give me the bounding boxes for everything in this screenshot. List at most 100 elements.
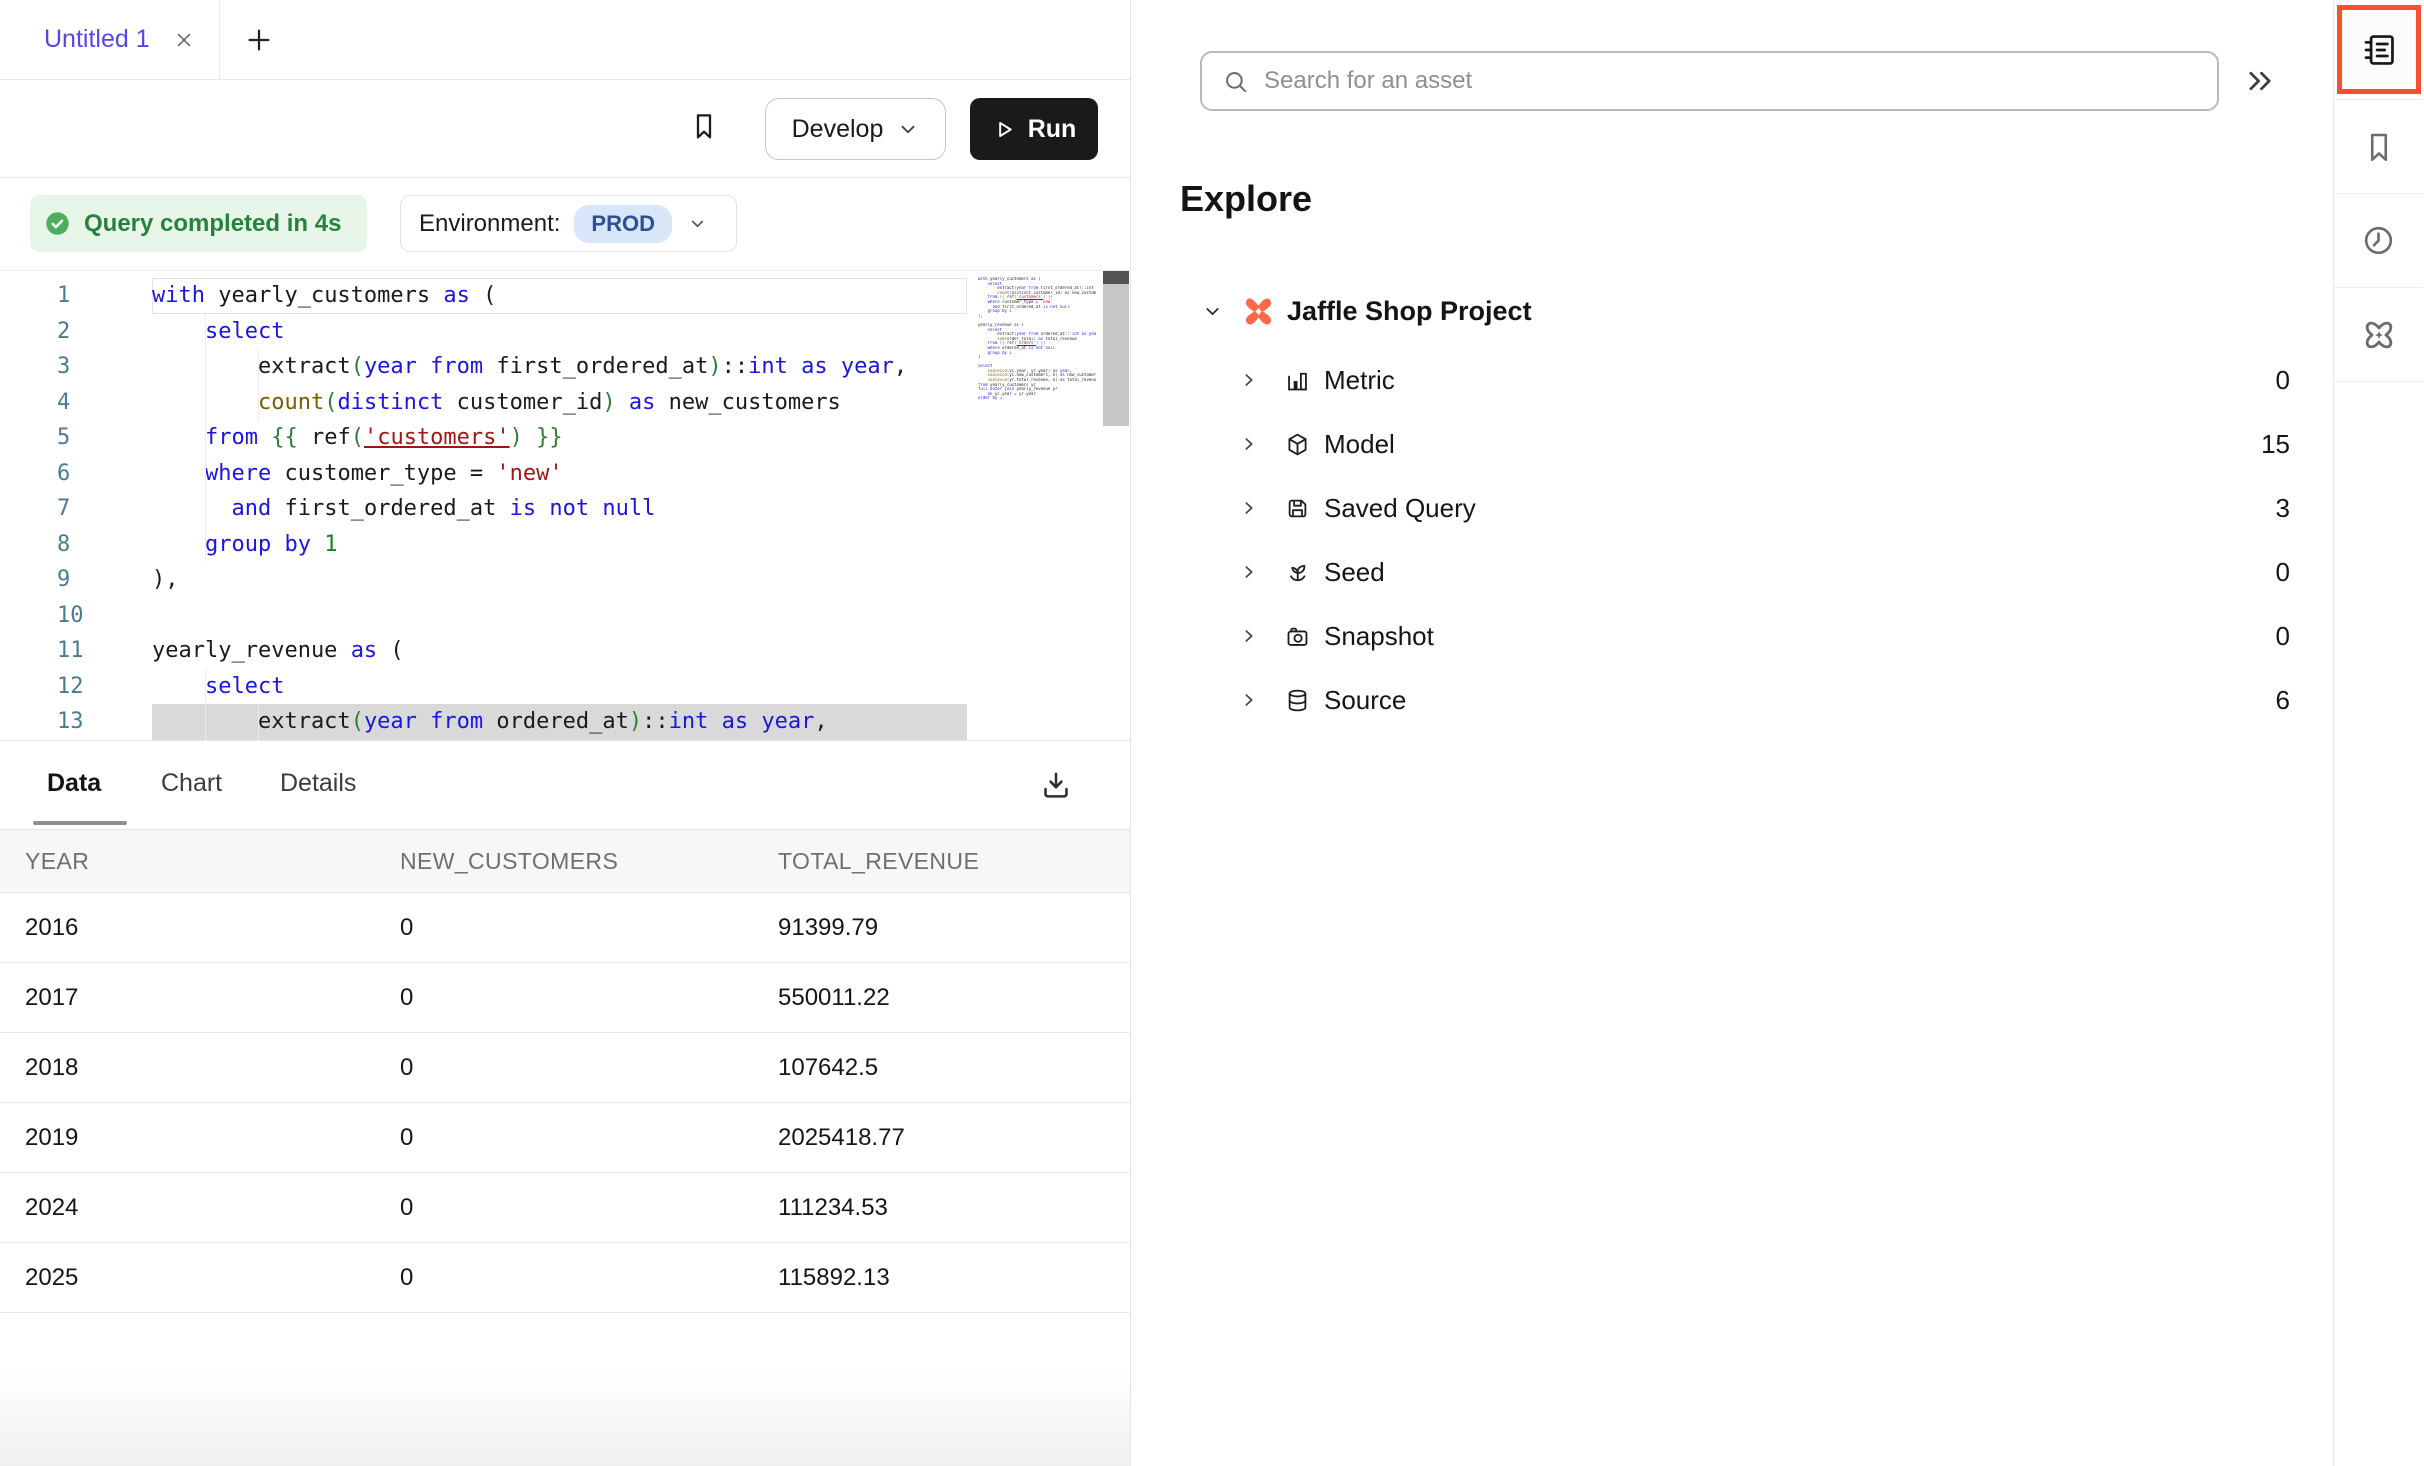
asset-tree: Metric 0 Model15 Saved Query 3 Seed0Snapshot0… <box>1131 348 2333 732</box>
column-header-new-customers: NEW_CUSTOMERS <box>400 848 778 875</box>
table-row[interactable]: 20250115892.13 <box>0 1243 1130 1313</box>
table-row[interactable]: 20240111234.53 <box>0 1173 1130 1243</box>
environment-value-badge: PROD <box>574 205 672 243</box>
tab-untitled-1[interactable]: Untitled 1 <box>0 0 220 79</box>
search-icon <box>1222 68 1249 95</box>
line-number: 5 <box>0 420 152 456</box>
tree-item-count: 0 <box>2276 365 2290 396</box>
column-header-year: YEAR <box>25 848 400 875</box>
code-line[interactable]: 12 select <box>0 669 1130 705</box>
panel-bottom-fade <box>0 1371 1130 1466</box>
code-line[interactable]: 3 extract(year from first_ordered_at)::i… <box>0 349 1130 385</box>
chevron-right-icon[interactable] <box>1240 435 1258 453</box>
table-cell: 0 <box>400 984 778 1012</box>
code-line[interactable]: 13 extract(year from ordered_at)::int as… <box>0 704 1130 740</box>
code-line[interactable]: 4 count(distinct customer_id) as new_cus… <box>0 385 1130 421</box>
environment-label: Environment: <box>419 210 560 238</box>
tree-item-metric[interactable]: Metric 0 <box>1131 348 2333 412</box>
rail-item-catalog[interactable] <box>2334 0 2423 100</box>
rail-item-bookmarks[interactable] <box>2334 100 2423 194</box>
line-number: 6 <box>0 456 152 492</box>
develop-dropdown[interactable]: Develop <box>765 98 946 160</box>
query-status-row: Query completed in 4s Environment: PROD <box>0 178 1130 270</box>
play-icon <box>992 118 1015 141</box>
chevron-right-icon[interactable] <box>1240 627 1258 645</box>
bookmark-icon[interactable] <box>688 106 720 146</box>
code-line[interactable]: 10 <box>0 598 1130 634</box>
table-cell: 2024 <box>25 1194 400 1222</box>
chevron-right-icon[interactable] <box>1240 563 1258 581</box>
scrollbar-track[interactable] <box>1103 284 1129 426</box>
new-tab-button[interactable] <box>244 0 274 79</box>
table-row[interactable]: 2016091399.79 <box>0 893 1130 963</box>
results-table-body: 2016091399.7920170550011.2220180107642.5… <box>0 893 1130 1313</box>
tree-item-label: Metric <box>1324 365 1395 396</box>
tree-item-label: Seed <box>1324 557 1385 588</box>
chevron-right-icon[interactable] <box>1240 499 1258 517</box>
code-line[interactable]: 1with yearly_customers as ( <box>0 278 1130 314</box>
close-tab-icon[interactable] <box>172 28 196 52</box>
table-cell: 2019 <box>25 1124 400 1152</box>
code-line[interactable]: 8 group by 1 <box>0 527 1130 563</box>
query-status-badge: Query completed in 4s <box>30 195 367 252</box>
environment-selector[interactable]: Environment: PROD <box>400 195 737 252</box>
rail-item-history[interactable] <box>2334 194 2423 288</box>
sql-editor[interactable]: 1with yearly_customers as (2 select3 ext… <box>0 270 1130 740</box>
tree-item-label: Saved Query <box>1324 493 1476 524</box>
code-line[interactable]: 6 where customer_type = 'new' <box>0 456 1130 492</box>
tab-details[interactable]: Details <box>280 741 356 825</box>
right-icon-rail <box>2333 0 2423 1466</box>
tree-item-source[interactable]: Source6 <box>1131 668 2333 732</box>
copilot-sparkle-icon <box>2360 316 2398 354</box>
code-line[interactable]: 9), <box>0 562 1130 598</box>
table-cell: 2025 <box>25 1264 400 1292</box>
search-input[interactable] <box>1264 67 2197 95</box>
tree-item-label: Snapshot <box>1324 621 1434 652</box>
explore-panel: Explore Jaffle Shop Project Metric 0 Model… <box>1131 0 2333 1466</box>
line-number: 7 <box>0 491 152 527</box>
editor-scrollbar[interactable] <box>1103 271 1129 426</box>
code-line[interactable]: 2 select <box>0 314 1130 350</box>
table-row[interactable]: 20180107642.5 <box>0 1033 1130 1103</box>
scrollbar-thumb[interactable] <box>1103 271 1129 284</box>
table-cell: 91399.79 <box>778 914 1130 942</box>
tab-chart[interactable]: Chart <box>161 741 222 825</box>
results-panel: Data Chart Details YEAR NEW_CUSTOMERS TO… <box>0 740 1130 1466</box>
run-button[interactable]: Run <box>970 98 1098 160</box>
chevron-down-icon[interactable] <box>1202 301 1223 322</box>
asset-search-box[interactable] <box>1200 51 2219 111</box>
table-row[interactable]: 201902025418.77 <box>0 1103 1130 1173</box>
catalog-notebook-icon <box>2360 31 2398 69</box>
tree-item-snapshot[interactable]: Snapshot0 <box>1131 604 2333 668</box>
chevron-right-icon[interactable] <box>1240 371 1258 389</box>
metric-icon <box>1284 367 1311 394</box>
tree-item-count: 15 <box>2261 429 2290 460</box>
code-line[interactable]: 7 and first_ordered_at is not null <box>0 491 1130 527</box>
tree-item-seed[interactable]: Seed0 <box>1131 540 2333 604</box>
code-line[interactable]: 11yearly_revenue as ( <box>0 633 1130 669</box>
project-name: Jaffle Shop Project <box>1287 296 1532 327</box>
snapshot-icon <box>1284 623 1311 650</box>
project-tree-root[interactable]: Jaffle Shop Project <box>1131 285 2333 337</box>
tree-item-count: 3 <box>2276 493 2290 524</box>
table-cell: 0 <box>400 1124 778 1152</box>
results-table-header: YEAR NEW_CUSTOMERS TOTAL_REVENUE <box>0 829 1130 893</box>
collapse-panel-icon[interactable] <box>2243 64 2277 98</box>
code-line[interactable]: 5 from {{ ref('customers') }} <box>0 420 1130 456</box>
table-row[interactable]: 20170550011.22 <box>0 963 1130 1033</box>
line-number: 12 <box>0 669 152 705</box>
seed-icon <box>1284 559 1311 586</box>
column-header-total-revenue: TOTAL_REVENUE <box>778 848 1130 875</box>
tree-item-saved-query[interactable]: Saved Query 3 <box>1131 476 2333 540</box>
table-cell: 2025418.77 <box>778 1124 1130 1152</box>
rail-item-copilot[interactable] <box>2334 288 2423 382</box>
table-cell: 0 <box>400 914 778 942</box>
explore-title: Explore <box>1180 178 1312 220</box>
tree-item-model[interactable]: Model15 <box>1131 412 2333 476</box>
saved-query-icon <box>1284 495 1311 522</box>
table-cell: 107642.5 <box>778 1054 1130 1082</box>
editor-tabbar: Untitled 1 <box>0 0 1130 80</box>
chevron-right-icon[interactable] <box>1240 691 1258 709</box>
tab-data[interactable]: Data <box>47 741 101 825</box>
download-icon[interactable] <box>1038 767 1074 803</box>
